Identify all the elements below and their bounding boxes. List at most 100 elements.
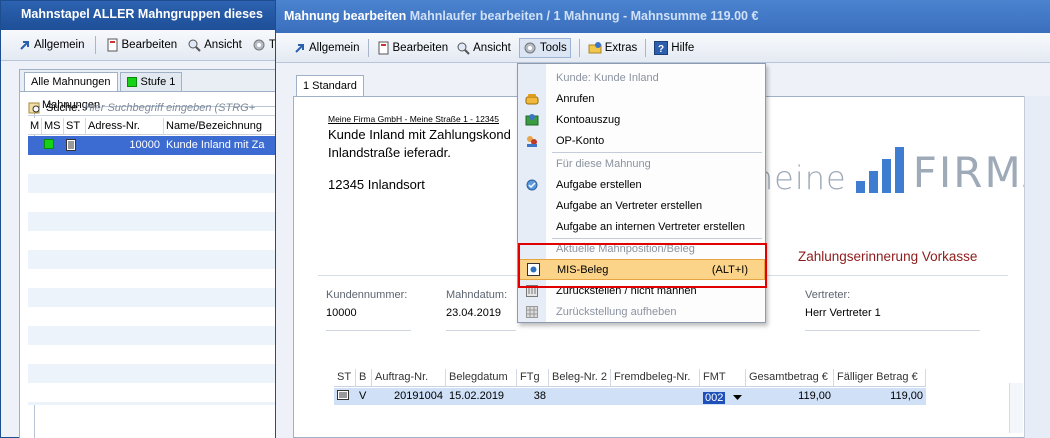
back-ansicht-menu[interactable]: Ansicht [187, 38, 242, 52]
window-title-behind: Mahnlaufer bearbeiten / 1 Mahnung - Mahn… [409, 9, 759, 23]
right-panel-edge [1024, 96, 1050, 438]
col-ms[interactable]: MS [42, 118, 64, 134]
col-belegdatum[interactable]: Belegdatum [446, 369, 517, 386]
row-b: V [359, 390, 367, 402]
task-icon [526, 179, 538, 190]
col-st[interactable]: ST [64, 118, 86, 134]
tab-1-standard[interactable]: 1 Standard [296, 75, 364, 97]
kundennummer-label: Kundennummer: [326, 289, 408, 301]
view-icon [188, 39, 201, 52]
recipient-line-2: Inlandstraße ieferadr. [328, 145, 451, 160]
svg-text:?: ? [658, 44, 664, 55]
col-st[interactable]: ST [334, 369, 356, 386]
gear-icon [524, 42, 536, 53]
allgemein-menu[interactable]: Allgemein [294, 42, 360, 54]
menu-item-aufgabe-erstellen[interactable]: Aufgabe erstellen [518, 174, 765, 195]
background-toolbar: Allgemein Bearbeiten Ansicht T [1, 30, 299, 61]
col-faelliger-betrag[interactable]: Fälliger Betrag € [834, 369, 926, 386]
document-icon [66, 139, 76, 151]
menu-item-kontoauszug[interactable]: Kontoauszug [518, 109, 765, 130]
vertreter-label: Vertreter: [805, 289, 851, 301]
hilfe-menu[interactable]: ? Hilfe [654, 40, 694, 55]
tab-alle-mahnungen[interactable]: Alle Mahnungen [24, 72, 118, 91]
toolbar-separator [367, 38, 369, 57]
gear-icon [253, 39, 265, 51]
menu-item-op-konto[interactable]: OP-Konto [518, 130, 765, 151]
col-ftg[interactable]: FTg [517, 369, 549, 386]
list-header: M MS ST Adress-Nr. Name/Bezeichnung [28, 118, 288, 135]
search-input[interactable]: Hier Suchbegriff eingeben (STRG+ [84, 102, 255, 114]
arrow-icon [20, 41, 29, 50]
document-heading: Zahlungserinnerung Vorkasse [798, 249, 978, 264]
menu-section-kunde: Kunde: Kunde Inland [556, 71, 659, 84]
background-window-title: Mahnstapel ALLER Mahngruppen dieses [1, 1, 299, 30]
vertreter-value: Herr Vertreter 1 [805, 307, 881, 319]
ansicht-menu[interactable]: Ansicht [456, 41, 511, 55]
col-fremdbeleg-nr[interactable]: Fremdbeleg-Nr. [611, 369, 700, 386]
grid-scrollbar[interactable] [1009, 383, 1023, 433]
row-adress-nr: 10000 [129, 139, 160, 151]
col-b[interactable]: B [356, 369, 372, 386]
col-auftrag-nr[interactable]: Auftrag-Nr. [372, 369, 446, 386]
table-row[interactable]: V 20191004 15.02.2019 38 002 119,00 119,… [334, 388, 926, 405]
row-gesamtbetrag: 119,00 [798, 390, 831, 402]
green-status-icon [44, 139, 54, 149]
table-row[interactable]: 10000 Kunde Inland mit Za [28, 136, 288, 155]
grid-icon [526, 305, 538, 318]
mahndatum-label: Mahndatum: [446, 289, 508, 301]
search-label: Suche: [46, 101, 81, 114]
tab-stufe-1[interactable]: Stufe 1 [119, 72, 183, 91]
row-fmt-select[interactable]: 002 [700, 388, 746, 405]
background-tab-strip: Alle Mahnungen Stufe 1 [20, 70, 300, 92]
sender-line: Meine Firma GmbH - Meine Straße 1 - 1234… [328, 114, 500, 124]
list-empty-rows [28, 155, 288, 405]
phone-icon [525, 93, 539, 104]
row-auftrag-nr: 20191004 [394, 390, 443, 402]
col-gesamtbetrag[interactable]: Gesamtbetrag € [746, 369, 834, 386]
edit-icon [107, 38, 117, 52]
document-icon [337, 390, 349, 400]
row-ftg: 38 [533, 390, 546, 402]
chevron-down-icon [733, 394, 743, 400]
menu-item-anrufen[interactable]: Anrufen [518, 88, 765, 109]
menu-item-aufgabe-intern[interactable]: Aufgabe an internen Vertreter erstellen [518, 216, 765, 237]
view-icon [457, 42, 470, 55]
back-bearbeiten-menu[interactable]: Bearbeiten [106, 38, 177, 52]
row-name: Kunde Inland mit Za [166, 139, 265, 151]
help-icon: ? [654, 40, 669, 55]
green-status-icon [126, 77, 137, 87]
row-faelliger-betrag: 119,00 [890, 390, 923, 402]
mahndatum-value: 23.04.2019 [446, 307, 502, 319]
edit-icon [378, 41, 388, 54]
col-fmt[interactable]: FMT [700, 369, 746, 386]
col-name[interactable]: Name/Bezeichnung [164, 118, 288, 134]
company-logo: meine FIRMA [742, 147, 1048, 197]
window-title[interactable]: Mahnung bearbeiten Mahnlaufer bearbeiten… [276, 0, 1050, 33]
col-adress-nr[interactable]: Adress-Nr. [86, 118, 164, 134]
col-m[interactable]: M [28, 118, 42, 134]
background-window: Mahnstapel ALLER Mahngruppen dieses Allg… [0, 0, 302, 438]
menu-item-aufgabe-vertreter[interactable]: Aufgabe an Vertreter erstellen [518, 195, 765, 216]
extras-menu[interactable]: Extras [588, 41, 637, 55]
bearbeiten-menu[interactable]: Bearbeiten [377, 41, 448, 55]
back-allgemein-menu[interactable]: Allgemein [19, 39, 85, 51]
account-icon [527, 135, 537, 147]
positions-grid-header: ST B Auftrag-Nr. Belegdatum FTg Beleg-Nr… [334, 369, 926, 387]
toolbar-separator [645, 38, 647, 57]
arrow-icon [295, 43, 304, 53]
row-belegdatum: 15.02.2019 [449, 390, 505, 402]
toolbar-separator [578, 38, 580, 57]
col-beleg-nr-2[interactable]: Beleg-Nr. 2 [549, 369, 611, 386]
highlight-annotation-box [518, 243, 767, 288]
tools-menu[interactable]: Tools [518, 37, 571, 58]
recipient-line-3: 12345 Inlandsort [328, 177, 425, 192]
menu-item-zurueckstellung-aufheben[interactable]: Zurückstellung aufheben [518, 301, 765, 322]
back-tools-menu[interactable]: T [252, 38, 276, 52]
search-icon [28, 102, 40, 113]
logo-bars [855, 147, 904, 193]
search-row[interactable]: Suche: Hier Suchbegriff eingeben (STRG+ [28, 100, 288, 116]
document-tabs: 1 Standard [296, 75, 364, 97]
toolbar-separator [94, 36, 96, 54]
recipient-line-1: Kunde Inland mit Zahlungskond [328, 127, 511, 142]
kundennummer-value: 10000 [326, 307, 357, 319]
